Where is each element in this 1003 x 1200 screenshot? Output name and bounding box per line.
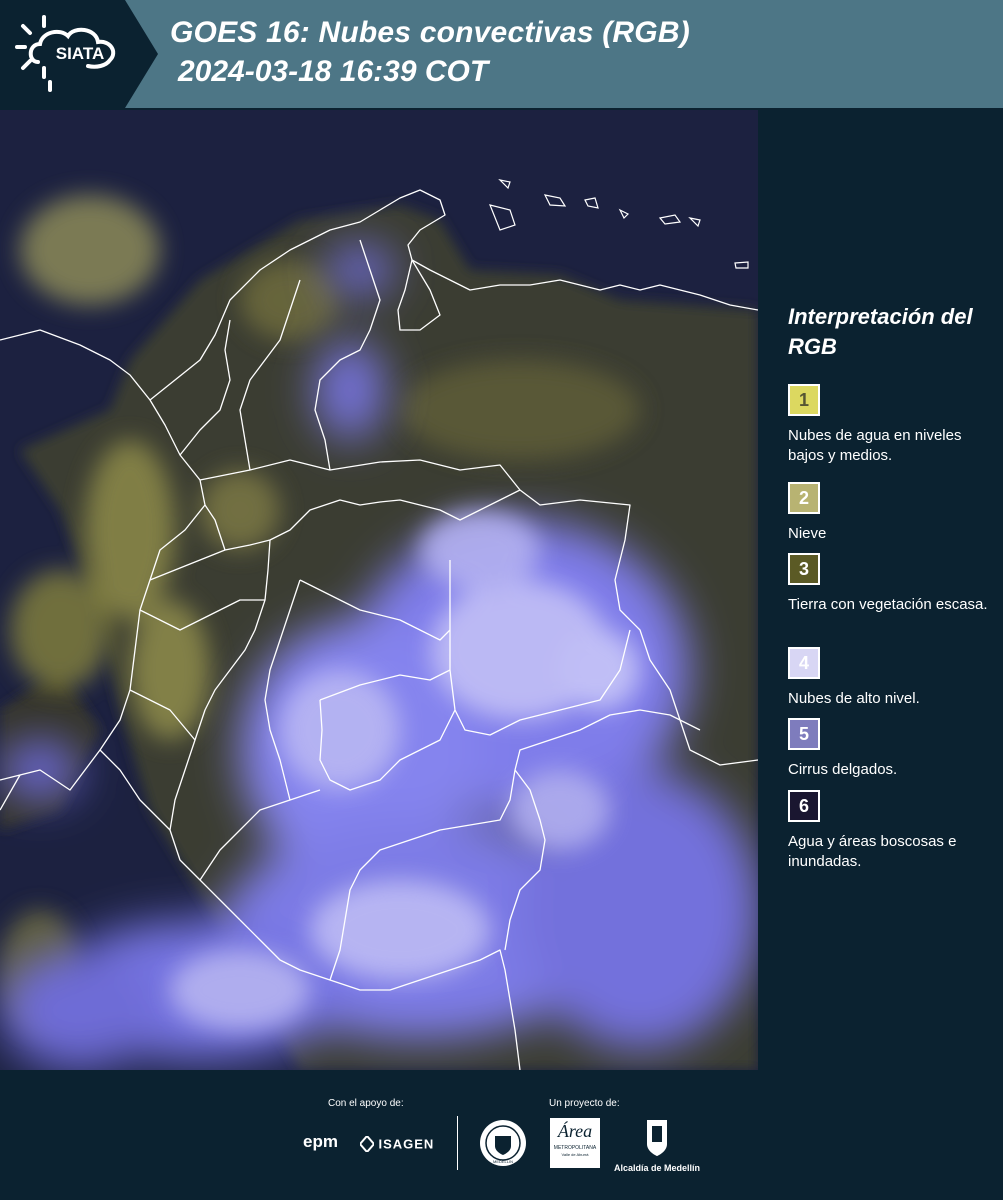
legend-title: Interpretación del RGB [788,304,973,359]
legend-item-2: 2 Nieve [788,482,993,544]
footer-divider [457,1116,458,1170]
legend-swatch-4: 4 [788,647,820,679]
support-label: Con el apoyo de: [328,1098,404,1109]
legend-swatch-5: 5 [788,718,820,750]
alcaldia-shield-icon [647,1120,667,1156]
legend-label-2: Nieve [788,525,827,542]
legend-swatch-2: 2 [788,482,820,514]
legend-item-1: 1 Nubes de agua en niveles bajos y medio… [788,384,993,466]
metropolitana-text: METROPOLITANA [553,1145,597,1151]
project-label: Un proyecto de: [549,1098,620,1109]
siata-logo: SIATA [0,0,158,108]
header-bar: SIATA GOES 16: Nubes convectivas (RGB) 2… [0,0,1003,108]
legend-swatch-1: 1 [788,384,820,416]
medellin-seal-logo: MEDELLIN [478,1118,528,1173]
legend-item-3: 3 Tierra con vegetación escasa. [788,553,993,615]
isagen-mark-icon [358,1134,376,1154]
legend-swatch-6: 6 [788,790,820,822]
satellite-map [0,110,758,1070]
legend-label-4: Nubes de alto nivel. [788,690,920,707]
epm-logo: epm [303,1132,338,1151]
alcaldia-logo: Alcaldía de Medellín [612,1118,702,1173]
legend-label-6: Agua y áreas boscosas e inundadas. [788,833,957,870]
area-script-text: Área [557,1121,593,1141]
isagen-text: ISAGEN [378,1136,435,1152]
legend-label-3: Tierra con vegetación escasa. [788,596,988,613]
legend-item-5: 5 Cirrus delgados. [788,718,993,780]
legend-item-6: 6 Agua y áreas boscosas e inundadas. [788,790,993,872]
isagen-logo: ISAGEN [358,1134,435,1154]
svg-text:MEDELLIN: MEDELLIN [493,1159,513,1164]
legend-label-1: Nubes de agua en niveles bajos y medios. [788,427,962,464]
legend-swatch-3: 3 [788,553,820,585]
page-timestamp: 2024-03-18 16:39 COT [178,55,489,88]
footer-bar: Con el apoyo de: Un proyecto de: epm ISA… [0,1070,1003,1200]
legend-panel: Interpretación del RGB 1 Nubes de agua e… [760,110,1003,1070]
legend-label-5: Cirrus delgados. [788,761,898,778]
page-title: GOES 16: Nubes convectivas (RGB) [170,16,690,49]
legend-item-4: 4 Nubes de alto nivel. [788,647,993,709]
area-metropolitana-logo: Área METROPOLITANA Valle de Aburrá [550,1118,600,1168]
alcaldia-text: Alcaldía de Medellín [613,1163,701,1173]
svg-text:SIATA: SIATA [56,44,104,63]
valle-text: Valle de Aburrá [561,1152,589,1157]
